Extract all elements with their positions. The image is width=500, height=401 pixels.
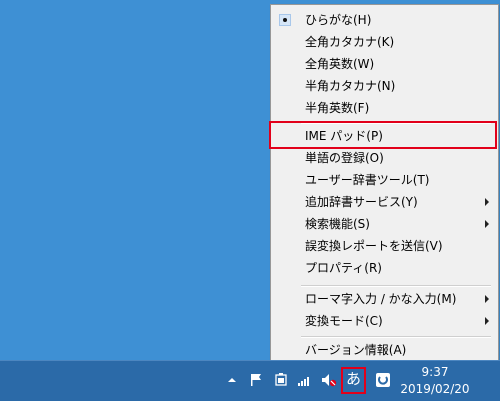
flag-icon[interactable] — [248, 371, 264, 389]
menu-item-label: 追加辞書サービス(Y) — [305, 195, 418, 209]
menu-item-label: ローマ字入力 / かな入力(M) — [305, 292, 457, 306]
menu-item-halfwidth-alphanumeric[interactable]: 半角英数(F) — [273, 97, 495, 119]
menu-item-halfwidth-katakana[interactable]: 半角カタカナ(N) — [273, 75, 495, 97]
radio-checked-icon — [279, 14, 291, 26]
submenu-arrow-icon — [485, 198, 489, 206]
menu-item-label: 検索機能(S) — [305, 217, 370, 231]
menu-item-romaji-kana-input[interactable]: ローマ字入力 / かな入力(M) — [273, 288, 495, 310]
ime-toggle-icon[interactable] — [375, 371, 391, 389]
menu-item-search-function[interactable]: 検索機能(S) — [273, 213, 495, 235]
submenu-arrow-icon — [485, 317, 489, 325]
clock-date[interactable]: 2019/02/20 — [395, 382, 475, 396]
menu-item-properties[interactable]: プロパティ(R) — [273, 257, 495, 279]
menu-separator — [301, 285, 491, 287]
chevron-up-icon[interactable] — [226, 371, 238, 389]
submenu-arrow-icon — [485, 295, 489, 303]
menu-separator — [301, 336, 491, 338]
speaker-muted-icon[interactable] — [320, 371, 338, 389]
menu-item-label: ユーザー辞書ツール(T) — [305, 173, 430, 187]
clock-time[interactable]: 9:37 — [395, 365, 475, 379]
ime-context-menu: ひらがな(H) 全角カタカナ(K) 全角英数(W) 半角カタカナ(N) 半角英数… — [270, 4, 499, 366]
menu-item-send-misconversion-report[interactable]: 誤変換レポートを送信(V) — [273, 235, 495, 257]
menu-item-user-dictionary-tool[interactable]: ユーザー辞書ツール(T) — [273, 169, 495, 191]
menu-item-additional-dictionary-service[interactable]: 追加辞書サービス(Y) — [273, 191, 495, 213]
menu-item-label: 単語の登録(O) — [305, 151, 384, 165]
ime-pad-highlight-box — [269, 121, 497, 149]
menu-item-version-info[interactable]: バージョン情報(A) — [273, 339, 495, 361]
menu-item-conversion-mode[interactable]: 変換モード(C) — [273, 310, 495, 332]
menu-item-fullwidth-alphanumeric[interactable]: 全角英数(W) — [273, 53, 495, 75]
menu-item-label: 全角カタカナ(K) — [305, 35, 395, 49]
battery-icon[interactable] — [273, 371, 289, 389]
menu-item-label: 半角英数(F) — [305, 101, 370, 115]
submenu-arrow-icon — [485, 220, 489, 228]
menu-item-label: 半角カタカナ(N) — [305, 79, 396, 93]
menu-item-fullwidth-katakana[interactable]: 全角カタカナ(K) — [273, 31, 495, 53]
menu-item-label: 全角英数(W) — [305, 57, 375, 71]
menu-item-label: 誤変換レポートを送信(V) — [305, 239, 443, 253]
menu-item-hiragana[interactable]: ひらがな(H) — [273, 9, 495, 31]
menu-item-label: 変換モード(C) — [305, 314, 383, 328]
signal-icon[interactable] — [296, 371, 314, 389]
ime-icon[interactable]: あ — [343, 370, 364, 388]
menu-item-label: ひらがな(H) — [305, 13, 372, 27]
menu-item-register-word[interactable]: 単語の登録(O) — [273, 147, 495, 169]
menu-item-label: プロパティ(R) — [305, 261, 382, 275]
menu-item-label: バージョン情報(A) — [305, 343, 407, 357]
